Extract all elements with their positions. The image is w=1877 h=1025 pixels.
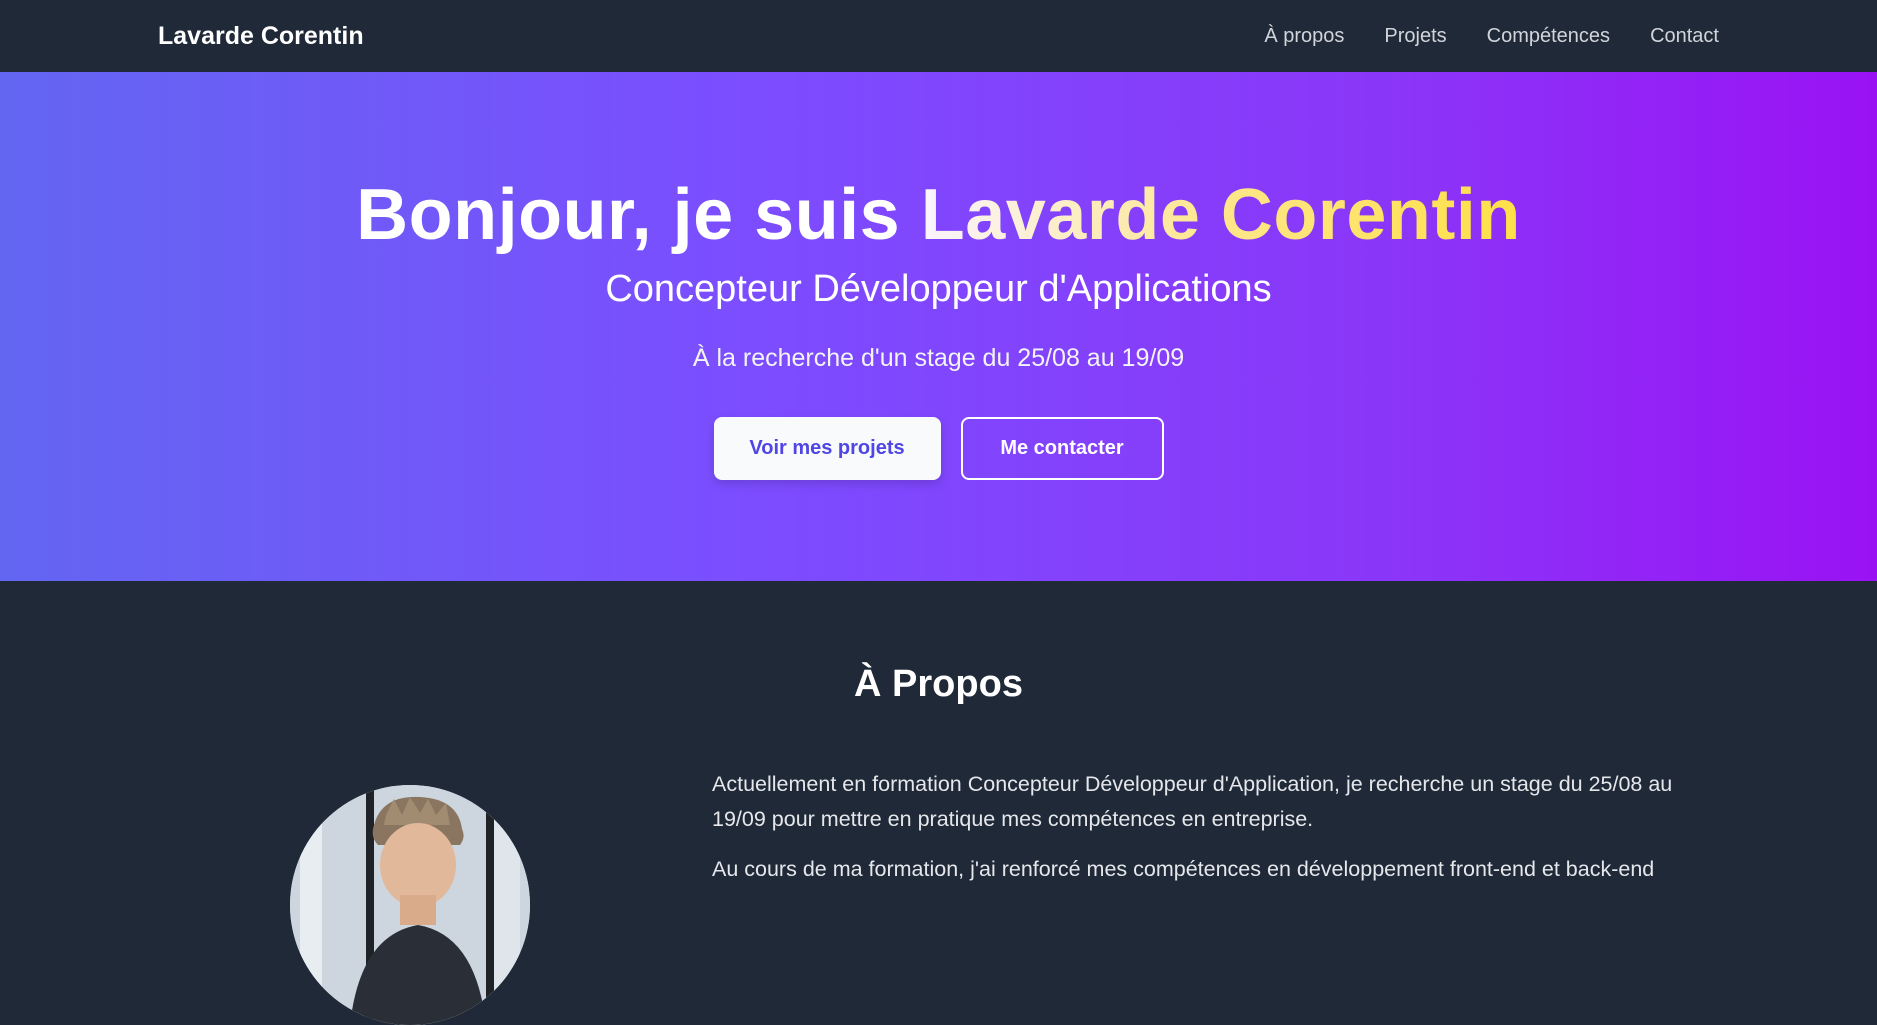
nav-link-projects[interactable]: Projets (1384, 25, 1446, 47)
nav-links: À propos Projets Compétences Contact (1264, 25, 1719, 48)
nav-link-contact[interactable]: Contact (1650, 25, 1719, 47)
about-text: Actuellement en formation Concepteur Dév… (712, 767, 1712, 901)
brand-logo-link[interactable]: Lavarde Corentin (158, 22, 364, 51)
profile-photo-illustration (290, 785, 530, 1025)
view-projects-button[interactable]: Voir mes projets (713, 417, 941, 480)
profile-photo (290, 785, 530, 1025)
hero-tagline: À la recherche d'un stage du 25/08 au 19… (692, 344, 1185, 372)
about-paragraph: Actuellement en formation Concepteur Dév… (712, 772, 1673, 832)
hero-buttons: Voir mes projets Me contacter (0, 417, 1877, 480)
hero-title: Bonjour, je suis Lavarde Corentin (0, 172, 1877, 258)
about-title: À Propos (854, 663, 1023, 705)
about-section: À Propos Actuellement en formation Conce… (0, 581, 1877, 1025)
hero-subtitle: Concepteur Développeur d'Applications (605, 268, 1272, 310)
hero-title-name: Lavarde Corentin (920, 175, 1521, 255)
hero-title-prefix: Bonjour, je suis (356, 175, 921, 255)
top-navbar: Lavarde Corentin À propos Projets Compét… (0, 0, 1877, 72)
about-paragraph: Au cours de ma formation, j'ai renforcé … (712, 856, 1655, 881)
contact-me-button[interactable]: Me contacter (960, 417, 1164, 480)
hero-section: Bonjour, je suis Lavarde Corentin Concep… (0, 72, 1877, 581)
nav-link-about[interactable]: À propos (1264, 25, 1344, 47)
nav-link-skills[interactable]: Compétences (1487, 25, 1610, 47)
